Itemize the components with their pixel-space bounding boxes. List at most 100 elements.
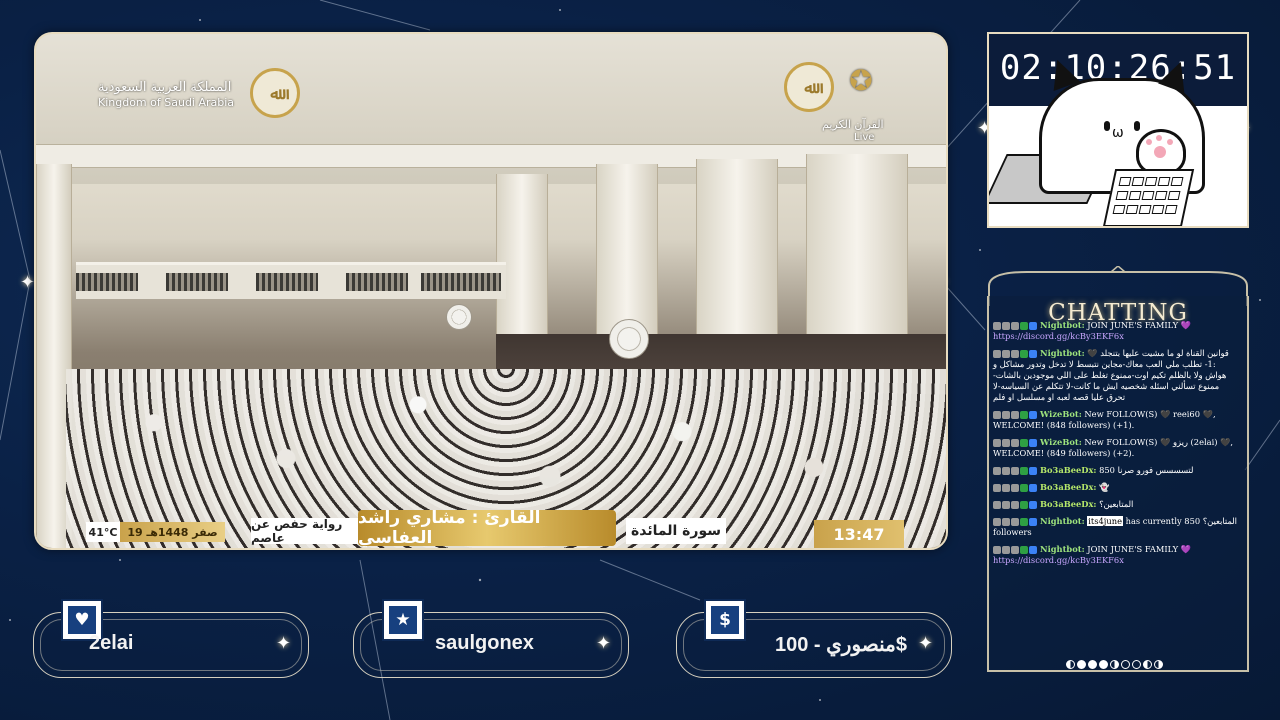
mod-action-icon[interactable] (1020, 410, 1028, 419)
mod-action-icon[interactable] (1011, 545, 1019, 554)
latest-subscriber-name: saulgonex (435, 632, 534, 654)
chat-mod-icons[interactable] (993, 499, 1038, 510)
chat-list[interactable]: Nightbot: JOIN JUNE'S FAMILY 💜 https://di… (990, 318, 1242, 638)
chat-mod-icons[interactable] (993, 320, 1038, 331)
chat-message: WizeBot: New FOLLOW(S) 🖤 reei60 🖤, WELCO… (990, 407, 1242, 435)
latest-follower-name: 2elai (89, 632, 134, 654)
chat-username[interactable]: Nightbot: (1040, 544, 1085, 554)
mod-action-icon[interactable] (1011, 438, 1019, 447)
mod-action-icon[interactable] (1002, 500, 1010, 509)
mod-action-icon[interactable] (1029, 410, 1037, 419)
chat-text: JOIN JUNE'S FAMILY 💜 (1087, 544, 1192, 554)
chat-mod-icons[interactable] (993, 482, 1038, 493)
ticker-date: 19 صفر 1448هـ (120, 522, 225, 542)
chat-text: المتابعين؟ (1099, 499, 1134, 509)
latest-donation-text: منصوري - 100$ (775, 634, 908, 656)
chat-message: Nightbot: JOIN JUNE'S FAMILY 💜 https://di… (990, 542, 1242, 570)
mod-action-icon[interactable] (1029, 517, 1037, 526)
mod-action-icon[interactable] (1002, 466, 1010, 475)
emblem-left-icon: ﷲ (250, 68, 300, 118)
wall-fan (446, 304, 472, 330)
mod-action-icon[interactable] (993, 483, 1001, 492)
chat-mod-icons[interactable] (993, 465, 1038, 476)
mod-action-icon[interactable] (1011, 517, 1019, 526)
chat-message: Bo3aBeeDx: 👻 (990, 480, 1242, 497)
mod-action-icon[interactable] (993, 545, 1001, 554)
video-player[interactable]: ﷲ المملكة العربية السعودية Kingdom of Sa… (34, 32, 948, 550)
chat-username[interactable]: Bo3aBeeDx: (1040, 499, 1096, 509)
mod-action-icon[interactable] (1011, 500, 1019, 509)
chat-mod-icons[interactable] (993, 544, 1038, 555)
quran-channel-logo: ✪ (849, 64, 873, 97)
chat-mod-icons[interactable] (993, 437, 1038, 448)
mod-action-icon[interactable] (993, 438, 1001, 447)
mod-action-icon[interactable] (993, 321, 1001, 330)
chat-username[interactable]: WizeBot: (1040, 409, 1082, 419)
ticker-temperature: 41°C (86, 522, 120, 542)
mod-action-icon[interactable] (1029, 438, 1037, 447)
chat-message: Nightbot: قوانين القناة لو ما مشيت عليها… (990, 346, 1242, 407)
chat-link[interactable]: https://discord.gg/kcBy3EKF6x (993, 555, 1124, 565)
mod-action-icon[interactable] (1002, 517, 1010, 526)
chat-username[interactable]: Nightbot: (1040, 348, 1085, 358)
sparkle-icon: ✦ (20, 272, 36, 293)
star-icon: ★ (382, 599, 424, 641)
mod-action-icon[interactable] (993, 349, 1001, 358)
mod-action-icon[interactable] (993, 410, 1001, 419)
moon-phase-indicator (1066, 660, 1176, 672)
chat-username[interactable]: Bo3aBeeDx: (1040, 482, 1096, 492)
wall-fan (609, 319, 649, 359)
mod-action-icon[interactable] (1020, 349, 1028, 358)
live-label: Live (854, 132, 875, 143)
chat-message: Bo3aBeeDx: لتسسسس فورو صرنا 850 (990, 463, 1242, 480)
mod-action-icon[interactable] (1002, 349, 1010, 358)
mod-action-icon[interactable] (1011, 466, 1019, 475)
chat-username[interactable]: Bo3aBeeDx: (1040, 465, 1096, 475)
mod-action-icon[interactable] (1002, 321, 1010, 330)
mod-action-icon[interactable] (1020, 517, 1028, 526)
mod-action-icon[interactable] (1020, 466, 1028, 475)
mod-action-icon[interactable] (1002, 483, 1010, 492)
ticker-surah: سورة المائدة (626, 518, 726, 544)
mod-action-icon[interactable] (1029, 349, 1037, 358)
chat-link[interactable]: https://discord.gg/kcBy3EKF6x (993, 331, 1124, 341)
mod-action-icon[interactable] (1020, 321, 1028, 330)
mod-action-icon[interactable] (1020, 483, 1028, 492)
sparkle-icon: ✦ (918, 633, 934, 654)
mod-action-icon[interactable] (1020, 438, 1028, 447)
timer-panel: 02:10:26:51 ω (987, 32, 1249, 228)
chat-username[interactable]: Nightbot: (1040, 320, 1085, 330)
mod-action-icon[interactable] (1029, 483, 1037, 492)
chat-username[interactable]: WizeBot: (1040, 437, 1082, 447)
mod-action-icon[interactable] (1002, 410, 1010, 419)
chat-mod-icons[interactable] (993, 516, 1038, 527)
chat-message: Nightbot: JOIN JUNE'S FAMILY 💜 https://di… (990, 318, 1242, 346)
keyboard-graphic (1102, 169, 1195, 226)
video-ticker: 41°C 19 صفر 1448هـ رواية حفص عن عاصم الق… (36, 508, 946, 548)
chat-mod-icons[interactable] (993, 409, 1038, 420)
mod-action-icon[interactable] (1011, 410, 1019, 419)
mod-action-icon[interactable] (1011, 321, 1019, 330)
chat-mention: its4june (1087, 516, 1123, 526)
mod-action-icon[interactable] (1020, 545, 1028, 554)
chat-text: JOIN JUNE'S FAMILY 💜 (1087, 320, 1192, 330)
mod-action-icon[interactable] (1002, 545, 1010, 554)
mod-action-icon[interactable] (1011, 349, 1019, 358)
mod-action-icon[interactable] (1011, 483, 1019, 492)
mod-action-icon[interactable] (993, 517, 1001, 526)
mod-action-icon[interactable] (1029, 500, 1037, 509)
sparkle-icon: ✦ (276, 633, 292, 654)
mod-action-icon[interactable] (1029, 466, 1037, 475)
dollar-icon: $ (704, 599, 746, 641)
chat-mod-icons[interactable] (993, 348, 1038, 359)
mod-action-icon[interactable] (1002, 438, 1010, 447)
chat-username[interactable]: Nightbot: (1040, 516, 1085, 526)
sparkle-icon: ✦ (596, 633, 612, 654)
mod-action-icon[interactable] (1020, 500, 1028, 509)
channel-name-en: Kingdom of Saudi Arabia (98, 96, 235, 109)
mod-action-icon[interactable] (1029, 545, 1037, 554)
mod-action-icon[interactable] (993, 500, 1001, 509)
mod-action-icon[interactable] (1029, 321, 1037, 330)
chat-text: لتسسسس فورو صرنا 850 (1099, 465, 1194, 475)
mod-action-icon[interactable] (993, 466, 1001, 475)
